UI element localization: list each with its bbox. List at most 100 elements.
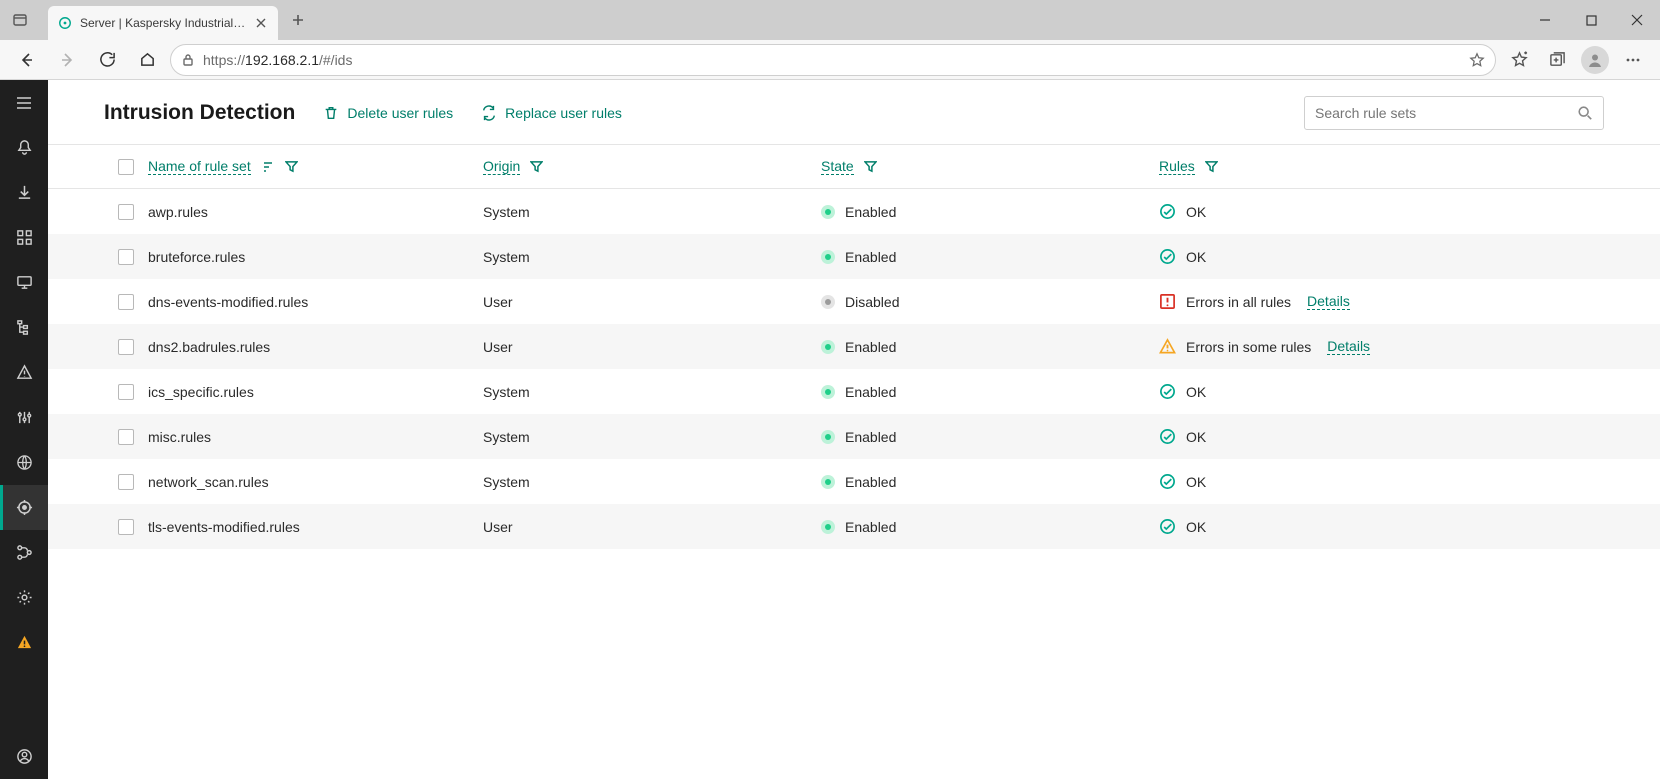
nav-refresh[interactable] xyxy=(90,43,124,77)
profile-button[interactable] xyxy=(1578,43,1612,77)
check-circle-icon xyxy=(1159,473,1176,490)
table-row[interactable]: dns2.badrules.rules User Enabled Errors … xyxy=(48,324,1660,369)
row-checkbox[interactable] xyxy=(118,384,134,400)
row-checkbox[interactable] xyxy=(118,204,134,220)
window-close[interactable] xyxy=(1614,0,1660,40)
sidebar-item-alerts[interactable] xyxy=(0,350,48,395)
replace-user-rules-button[interactable]: Replace user rules xyxy=(481,105,622,121)
filter-icon xyxy=(864,160,877,173)
state-dot-enabled xyxy=(821,520,835,534)
table-row[interactable]: network_scan.rules System Enabled OK xyxy=(48,459,1660,504)
table-row[interactable]: misc.rules System Enabled OK xyxy=(48,414,1660,459)
cell-origin: User xyxy=(483,519,513,535)
state-dot-enabled xyxy=(821,340,835,354)
browser-chrome: Server | Kaspersky Industrial Cyb https:… xyxy=(0,0,1660,80)
search-box[interactable] xyxy=(1304,96,1604,130)
cell-origin: System xyxy=(483,249,530,265)
cell-name: dns-events-modified.rules xyxy=(148,294,308,310)
details-link[interactable]: Details xyxy=(1327,338,1370,355)
browser-toolbar: https://192.168.2.1/#/ids xyxy=(0,40,1660,80)
row-checkbox[interactable] xyxy=(118,294,134,310)
rules-status-text: Errors in some rules xyxy=(1186,339,1311,355)
sidebar-item-network[interactable] xyxy=(0,440,48,485)
sidebar-item-integrations[interactable] xyxy=(0,530,48,575)
more-button[interactable] xyxy=(1616,43,1650,77)
nav-home[interactable] xyxy=(130,43,164,77)
arrow-right-icon xyxy=(58,51,76,69)
sidebar-item-settings[interactable] xyxy=(0,575,48,620)
sidebar-item-attention[interactable] xyxy=(0,620,48,665)
search-input[interactable] xyxy=(1315,105,1569,121)
tab-close-button[interactable] xyxy=(254,16,268,30)
download-icon xyxy=(16,184,33,201)
select-all-checkbox[interactable] xyxy=(118,159,134,175)
warning-solid-icon xyxy=(16,634,33,651)
sidebar-item-structure[interactable] xyxy=(0,305,48,350)
rules-table: Name of rule set Origin State Rules xyxy=(48,145,1660,549)
cell-name: tls-events-modified.rules xyxy=(148,519,300,535)
cell-name: network_scan.rules xyxy=(148,474,269,490)
app: Intrusion Detection Delete user rules Re… xyxy=(0,80,1660,779)
delete-user-rules-button[interactable]: Delete user rules xyxy=(323,105,453,121)
window-maximize[interactable] xyxy=(1568,0,1614,40)
row-checkbox[interactable] xyxy=(118,429,134,445)
browser-tab-active[interactable]: Server | Kaspersky Industrial Cyb xyxy=(48,6,278,40)
plus-icon xyxy=(292,14,304,26)
table-row[interactable]: tls-events-modified.rules User Enabled O… xyxy=(48,504,1660,549)
sidebar-item-dashboard[interactable] xyxy=(0,215,48,260)
globe-icon xyxy=(16,454,33,471)
window-minimize[interactable] xyxy=(1522,0,1568,40)
bell-icon xyxy=(16,139,33,156)
cell-origin: User xyxy=(483,294,513,310)
collections-button[interactable] xyxy=(1540,43,1574,77)
nav-back[interactable] xyxy=(10,43,44,77)
state-dot-enabled xyxy=(821,385,835,399)
sort-button[interactable] xyxy=(261,160,275,174)
filter-icon xyxy=(285,160,298,173)
table-body: awp.rules System Enabled OK bruteforce.r… xyxy=(48,189,1660,549)
table-row[interactable]: dns-events-modified.rules User Disabled … xyxy=(48,279,1660,324)
state-text: Enabled xyxy=(845,204,896,220)
sidebar-menu-toggle[interactable] xyxy=(0,80,48,125)
star-add-icon[interactable] xyxy=(1469,52,1485,68)
warning-triangle-icon xyxy=(1159,338,1176,355)
row-checkbox[interactable] xyxy=(118,339,134,355)
table-row[interactable]: ics_specific.rules System Enabled OK xyxy=(48,369,1660,414)
tabs-icon xyxy=(12,12,28,28)
rules-status-text: OK xyxy=(1186,384,1206,400)
new-tab-button[interactable] xyxy=(282,4,314,36)
sidebar-item-download[interactable] xyxy=(0,170,48,215)
sidebar-item-notifications[interactable] xyxy=(0,125,48,170)
sidebar-item-assets[interactable] xyxy=(0,260,48,305)
url-text: https://192.168.2.1/#/ids xyxy=(203,52,1461,68)
row-checkbox[interactable] xyxy=(118,519,134,535)
table-row[interactable]: awp.rules System Enabled OK xyxy=(48,189,1660,234)
rules-status-text: OK xyxy=(1186,519,1206,535)
filter-button-name[interactable] xyxy=(285,160,298,173)
sidebar-item-monitoring[interactable] xyxy=(0,395,48,440)
row-checkbox[interactable] xyxy=(118,474,134,490)
check-circle-icon xyxy=(1159,248,1176,265)
filter-button-rules[interactable] xyxy=(1205,160,1218,173)
filter-button-state[interactable] xyxy=(864,160,877,173)
tab-list-button[interactable] xyxy=(0,0,40,40)
avatar xyxy=(1581,46,1609,74)
sidebar-item-ids[interactable] xyxy=(0,485,48,530)
cell-name: ics_specific.rules xyxy=(148,384,254,400)
row-checkbox[interactable] xyxy=(118,249,134,265)
sidebar xyxy=(0,80,48,779)
state-dot-enabled xyxy=(821,475,835,489)
favorites-button[interactable] xyxy=(1502,43,1536,77)
cell-origin: System xyxy=(483,474,530,490)
sidebar-item-user[interactable] xyxy=(0,734,48,779)
rules-status-text: OK xyxy=(1186,204,1206,220)
address-bar[interactable]: https://192.168.2.1/#/ids xyxy=(170,44,1496,76)
filter-button-origin[interactable] xyxy=(530,160,543,173)
user-icon xyxy=(16,748,33,765)
state-dot-disabled xyxy=(821,295,835,309)
refresh-icon xyxy=(99,51,116,68)
table-row[interactable]: bruteforce.rules System Enabled OK xyxy=(48,234,1660,279)
details-link[interactable]: Details xyxy=(1307,293,1350,310)
tree-icon xyxy=(16,319,33,336)
nav-forward[interactable] xyxy=(50,43,84,77)
